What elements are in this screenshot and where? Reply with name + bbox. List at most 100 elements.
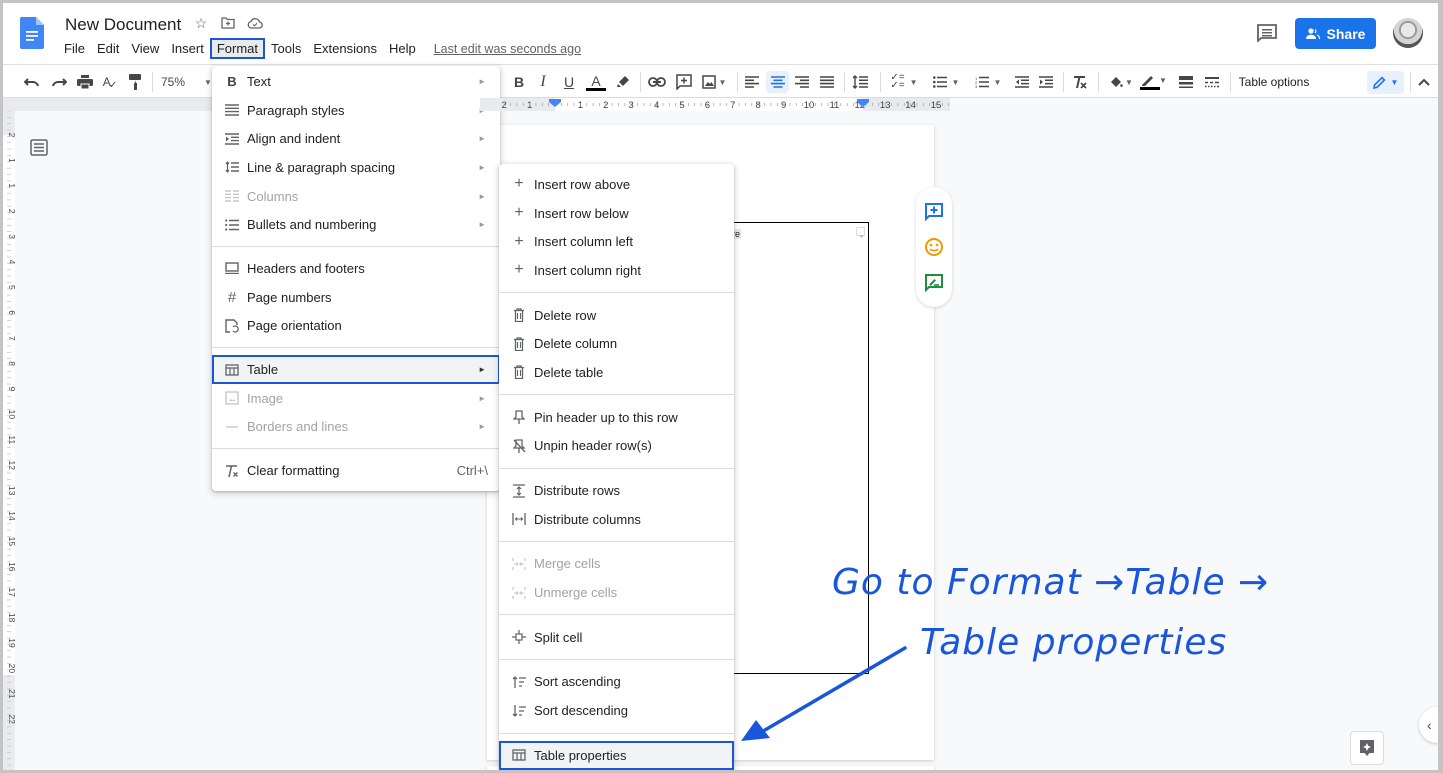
editing-mode-button[interactable]: ▼ [1367, 71, 1404, 94]
format-menu-item-headers-footers[interactable]: Headers and footers [212, 254, 500, 283]
italic-icon[interactable]: I [533, 71, 553, 93]
redo-icon[interactable] [49, 71, 69, 93]
menu-tools[interactable]: Tools [265, 38, 307, 59]
explore-button[interactable] [1350, 731, 1384, 765]
format-menu-item-table[interactable]: Table ► [212, 355, 500, 384]
user-avatar[interactable] [1393, 18, 1423, 48]
undo-icon[interactable] [22, 71, 42, 93]
highlight-color-icon[interactable] [613, 71, 633, 93]
cell-dropdown-icon[interactable] [856, 227, 865, 238]
increase-indent-icon[interactable] [1035, 71, 1057, 93]
link-icon[interactable] [646, 71, 668, 93]
table-menu-item-sort-descending[interactable]: Sort descending [499, 696, 734, 725]
ruler-tick-label: 14 [7, 511, 15, 521]
bold-icon[interactable]: B [509, 71, 529, 93]
format-menu-item-text[interactable]: B Text ► [212, 67, 500, 96]
document-outline-icon[interactable] [30, 139, 48, 156]
numbered-list-icon[interactable]: 1 2 3 ▼ [971, 71, 1005, 93]
vertical-ruler[interactable]: 2112345678910111213141516171819202122 [3, 111, 15, 770]
add-comment-icon[interactable] [673, 71, 695, 93]
print-icon[interactable] [75, 71, 95, 93]
document-title[interactable]: New Document [65, 15, 181, 35]
shortcut-label: Ctrl+\ [456, 463, 488, 479]
format-menu-item-borders-lines[interactable]: Borders and lines ► [212, 413, 500, 442]
table-menu-item-unpin-header[interactable]: Unpin header row(s) [499, 432, 734, 461]
bulleted-list-icon[interactable]: ▼ [929, 71, 963, 93]
paint-format-icon[interactable] [125, 71, 145, 93]
horizontal-ruler[interactable]: 21123456789101112131415 [480, 98, 950, 111]
decrease-indent-icon[interactable] [1011, 71, 1033, 93]
comment-history-icon[interactable] [1257, 24, 1277, 42]
table-menu-item-insert-row-below[interactable]: + Insert row below [499, 199, 734, 228]
suggest-edits-icon[interactable] [924, 273, 944, 293]
fill-color-icon[interactable]: ▼ [1105, 71, 1137, 93]
share-button[interactable]: Share [1295, 18, 1376, 49]
table-menu-item-insert-column-right[interactable]: + Insert column right [499, 256, 734, 285]
last-edit-link[interactable]: Last edit was seconds ago [434, 42, 581, 56]
text-color-icon[interactable]: A [585, 71, 607, 93]
align-left-icon[interactable] [741, 71, 763, 93]
menu-view[interactable]: View [125, 38, 165, 59]
clear-format-icon [224, 463, 240, 479]
format-menu-item-page-orientation[interactable]: Page orientation [212, 312, 500, 341]
format-menu-item-page-numbers[interactable]: # Page numbers [212, 283, 500, 312]
format-menu-item-clear-formatting[interactable]: Clear formatting Ctrl+\ [212, 456, 500, 485]
border-dash-icon[interactable] [1201, 71, 1223, 93]
side-panel-toggle[interactable]: ‹ [1419, 707, 1443, 743]
menu-file[interactable]: File [58, 38, 91, 59]
checklist-icon[interactable]: ✓= ✓= ▼ [887, 71, 921, 93]
menu-bar: File Edit View Insert Format Tools Exten… [58, 38, 581, 59]
align-right-icon[interactable] [791, 71, 813, 93]
split-cell-icon [511, 629, 527, 645]
table-menu-item-delete-column[interactable]: Delete column [499, 329, 734, 358]
chevron-left-icon: ‹ [1427, 717, 1432, 733]
table-menu-item-distribute-columns[interactable]: Distribute columns [499, 505, 734, 534]
menu-help[interactable]: Help [383, 38, 422, 59]
format-menu-item-paragraph-styles[interactable]: Paragraph styles► [212, 96, 500, 125]
table-menu-item-delete-row[interactable]: Delete row [499, 301, 734, 330]
menu-edit[interactable]: Edit [91, 38, 125, 59]
table-menu-item-table-properties[interactable]: Table properties [499, 741, 734, 770]
table-menu-item-delete-table[interactable]: Delete table [499, 358, 734, 387]
menu-extensions[interactable]: Extensions [307, 38, 383, 59]
format-menu-item-columns[interactable]: Columns ► [212, 182, 500, 211]
insert-image-icon[interactable]: ▼ [699, 71, 729, 93]
align-center-icon[interactable] [766, 71, 789, 93]
table-menu-item-pin-header[interactable]: Pin header up to this row [499, 403, 734, 432]
format-menu-item-line-spacing[interactable]: Line & paragraph spacing ► [212, 153, 500, 182]
star-icon[interactable]: ☆ [193, 15, 209, 31]
zoom-select[interactable]: 75% ▼ [161, 71, 212, 93]
line-spacing-icon[interactable] [849, 71, 871, 93]
add-comment-icon[interactable] [924, 202, 944, 222]
menu-format[interactable]: Format [209, 38, 265, 59]
menu-divider [499, 394, 734, 396]
table-menu-item-distribute-rows[interactable]: Distribute rows [499, 476, 734, 505]
table-menu-item-insert-row-above[interactable]: + Insert row above [499, 170, 734, 199]
table-menu-item-sort-ascending[interactable]: Sort ascending [499, 668, 734, 697]
ruler-tick-label: 1 [7, 183, 15, 188]
underline-icon[interactable]: U [559, 71, 579, 93]
menu-insert[interactable]: Insert [165, 38, 210, 59]
submenu-arrow-icon: ► [478, 191, 486, 201]
format-menu-item-align-indent[interactable]: Align and indent ► [212, 124, 500, 153]
format-menu-item-bullets[interactable]: Bullets and numbering ► [212, 210, 500, 239]
table-menu-item-insert-column-left[interactable]: + Insert column left [499, 227, 734, 256]
collapse-menus-icon[interactable] [1415, 71, 1433, 93]
ruler-tick-label: 5 [7, 285, 15, 290]
emoji-reaction-icon[interactable] [924, 237, 944, 257]
border-width-icon[interactable] [1175, 71, 1197, 93]
docs-logo-icon[interactable] [20, 17, 44, 49]
justify-icon[interactable] [816, 71, 838, 93]
document-table[interactable] [730, 222, 869, 674]
spellcheck-icon[interactable]: A ✓ [100, 71, 120, 93]
border-color-icon[interactable]: ▼ [1140, 71, 1174, 93]
table-menu-item-merge-cells[interactable]: Merge cells [499, 550, 734, 579]
submenu-arrow-icon: ► [478, 134, 486, 144]
table-options-button[interactable]: Table options [1238, 71, 1310, 93]
table-menu-item-unmerge-cells[interactable]: Unmerge cells [499, 578, 734, 607]
cloud-saved-icon[interactable] [247, 15, 263, 31]
format-menu-item-image[interactable]: Image ► [212, 384, 500, 413]
move-folder-icon[interactable] [220, 15, 236, 31]
clear-formatting-icon[interactable] [1069, 71, 1091, 93]
table-menu-item-split-cell[interactable]: Split cell [499, 623, 734, 652]
